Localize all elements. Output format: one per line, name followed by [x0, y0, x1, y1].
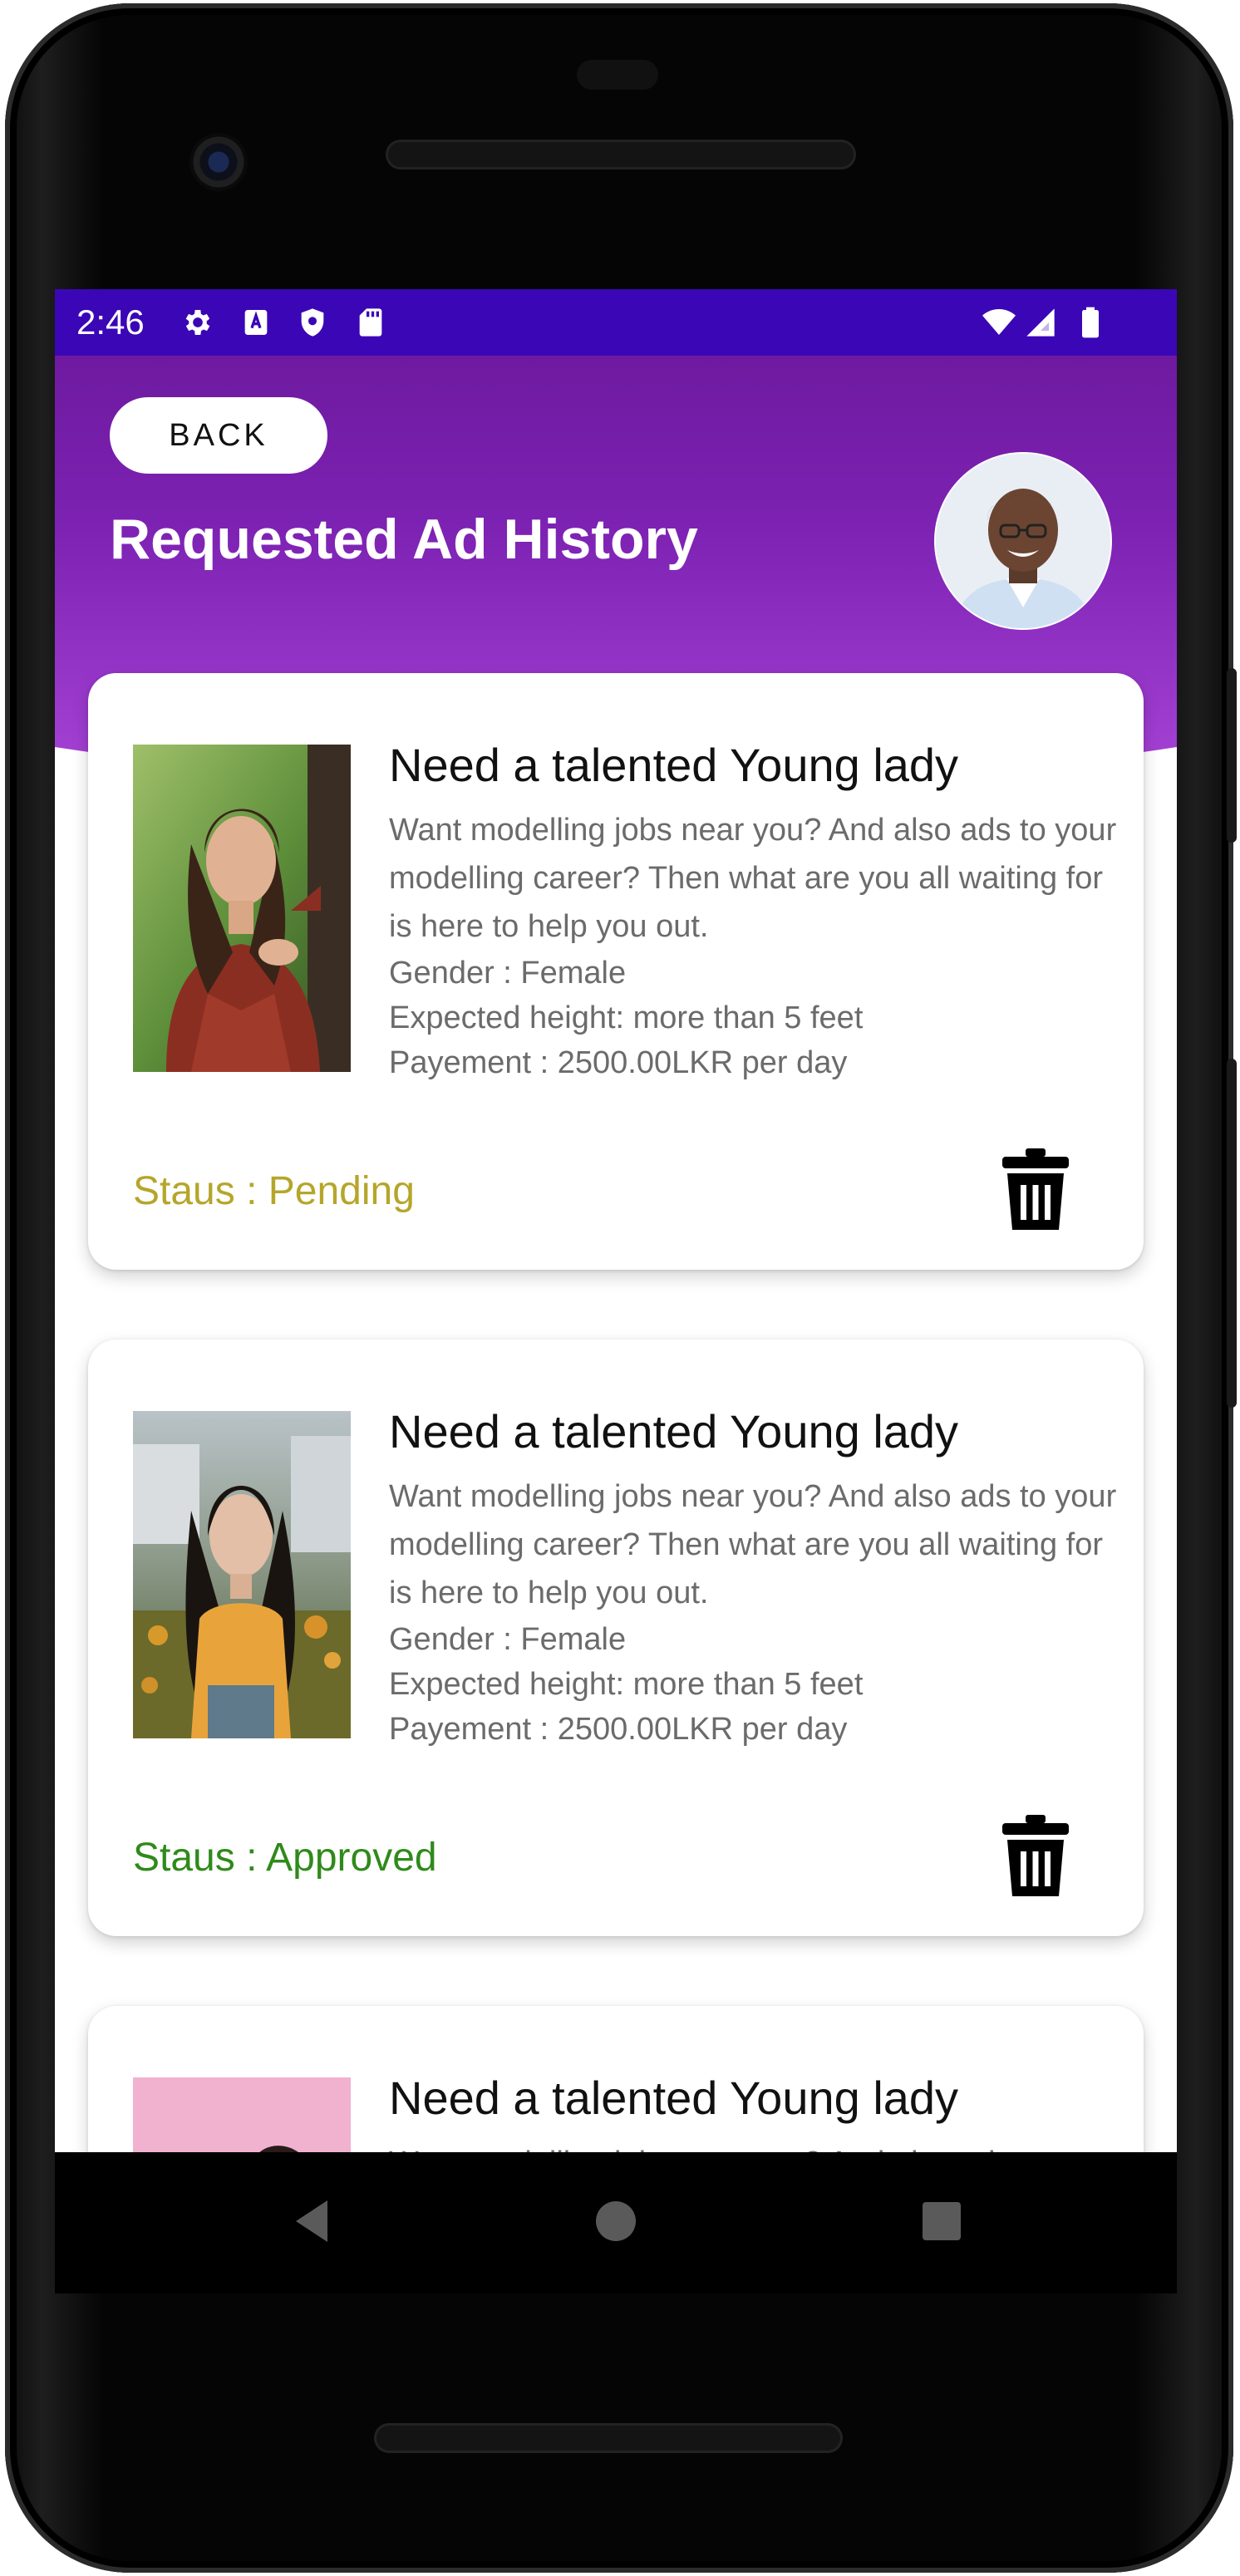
ad-description: Want modelling jobs near you? And also a… [389, 2139, 1120, 2152]
ad-gender: Gender : Female [389, 1622, 627, 1657]
ad-card[interactable]: Need a talented Young lady Want modellin… [88, 2006, 1144, 2152]
a-box-icon [244, 310, 268, 335]
back-nav-icon[interactable] [284, 2192, 342, 2250]
back-button[interactable]: BACK [110, 397, 327, 474]
ad-height: Expected height: more than 5 feet [389, 1000, 864, 1035]
app-screen: 2:46 BACK Requested Ad History Need a ta… [55, 289, 1177, 2152]
wifi-icon [982, 309, 1016, 335]
shield-icon [301, 308, 324, 337]
proximity-sensor [577, 60, 658, 90]
ad-gender: Gender : Female [389, 956, 627, 991]
signal-icon [1026, 308, 1055, 337]
ad-payment: Payement : 2500.00LKR per day [389, 1712, 848, 1747]
ad-photo [133, 1411, 351, 1738]
status-bar: 2:46 [55, 289, 1177, 356]
page-title: Requested Ad History [110, 508, 698, 571]
ad-height: Expected height: more than 5 feet [389, 1667, 864, 1702]
bottom-speaker [374, 2423, 843, 2453]
status-label: Staus : Pending [133, 1169, 415, 1213]
home-nav-icon[interactable] [587, 2192, 645, 2250]
sd-card-icon [359, 308, 382, 337]
power-button [1227, 668, 1237, 843]
ad-title: Need a talented Young lady [389, 2072, 959, 2124]
status-time: 2:46 [76, 302, 145, 342]
ad-title: Need a talented Young lady [389, 739, 959, 791]
ad-details: Want modelling jobs near you? And also a… [389, 1472, 1120, 1752]
trash-icon[interactable] [1001, 1148, 1070, 1231]
user-photo [936, 454, 1110, 628]
settings-icon [185, 310, 210, 335]
trash-icon[interactable] [1001, 1815, 1070, 1898]
status-label: Staus : Approved [133, 1836, 437, 1880]
front-camera [189, 133, 248, 191]
avatar[interactable] [934, 452, 1112, 630]
ad-payment: Payement : 2500.00LKR per day [389, 1045, 848, 1080]
volume-button [1227, 1059, 1237, 1408]
ad-details: Want modelling jobs near you? And also a… [389, 806, 1120, 1085]
ad-description: Want modelling jobs near you? And also a… [389, 813, 1117, 944]
earpiece-speaker [386, 140, 856, 170]
ad-description: Want modelling jobs near you? And also a… [389, 1479, 1117, 1610]
navigation-bar [55, 2152, 1177, 2293]
recents-nav-icon[interactable] [913, 2192, 971, 2250]
ad-card[interactable]: Need a talented Young lady Want modellin… [88, 673, 1144, 1270]
ad-details: Want modelling jobs near you? And also a… [389, 2139, 1120, 2152]
ad-photo [133, 745, 351, 1072]
ad-photo [133, 2077, 351, 2152]
battery-icon [1082, 307, 1099, 338]
ad-title: Need a talented Young lady [389, 1405, 959, 1458]
ad-card[interactable]: Need a talented Young lady Want modellin… [88, 1340, 1144, 1936]
